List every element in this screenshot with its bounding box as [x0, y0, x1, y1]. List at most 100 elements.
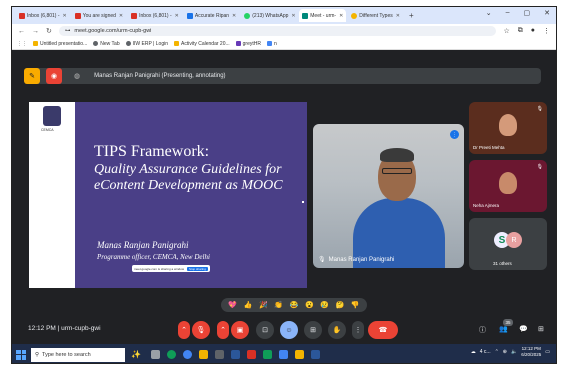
chrome-icon[interactable] — [182, 350, 192, 359]
browser-tab-bar: Inbox (6,801) - ✕ You are signed ✕ Inbox … — [12, 7, 556, 24]
emoji-button[interactable]: ☺ — [280, 321, 298, 339]
bookmark-item[interactable]: Activity Calendar 20... — [174, 41, 230, 47]
app-icon[interactable] — [310, 350, 320, 359]
participant-tile[interactable]: 🎙 Neha Ajmera — [469, 160, 547, 212]
apps-grid-icon[interactable]: ⋮⋮ — [17, 41, 27, 47]
close-tab-icon[interactable]: ✕ — [291, 13, 295, 19]
others-tile[interactable]: S R 31 others — [469, 218, 547, 270]
reaction-laugh[interactable]: 😂 — [290, 301, 299, 309]
reaction-sad[interactable]: 😢 — [320, 301, 329, 309]
close-tab-icon[interactable]: ✕ — [396, 13, 400, 19]
app-icon[interactable] — [278, 350, 288, 359]
news-widget-icon[interactable]: ✨ — [131, 350, 141, 359]
address-bar-actions: ☆ ⧉ ● ⋮ — [503, 27, 550, 35]
new-tab-button[interactable]: + — [405, 11, 418, 20]
bookmark-item[interactable]: IIW ERP | Login — [125, 41, 168, 47]
people-icon[interactable]: 👥 — [499, 325, 508, 333]
tab-2[interactable]: You are signed ✕ — [72, 9, 126, 22]
settings-icon[interactable] — [214, 350, 224, 359]
app-icon[interactable] — [246, 350, 256, 359]
tab-7[interactable]: Different Types ✕ — [348, 9, 403, 22]
presenting-label: Manas Ranjan Panigrahi (Presenting, anno… — [94, 73, 226, 79]
stop-sharing-button[interactable]: Stop sharing — [187, 266, 208, 271]
main-participant-video[interactable]: ⋮ 🎙 Manas Ranjan Panigrahi — [313, 124, 464, 268]
reaction-surprised[interactable]: 😮 — [305, 301, 314, 309]
meeting-clock: 12:12 PM — [28, 325, 56, 332]
url-text: meet.google.com/urm-cupb-gwi — [74, 28, 152, 34]
camera-toggle-button[interactable]: ▣ — [231, 321, 249, 339]
explorer-icon[interactable] — [198, 350, 208, 359]
end-call-button[interactable]: ☎ — [368, 321, 398, 339]
extensions-icon[interactable]: ⧉ — [518, 27, 523, 35]
tab-6-active[interactable]: Meet - urm- ✕ — [299, 9, 347, 22]
app-icon[interactable] — [294, 350, 304, 359]
stop-presenting-button[interactable]: ◉ — [46, 68, 62, 84]
url-field[interactable]: ⊶ meet.google.com/urm-cupb-gwi — [58, 26, 497, 36]
back-icon[interactable]: ← — [18, 28, 25, 35]
tab-4[interactable]: Accurate Ripan ✕ — [184, 9, 239, 22]
menu-icon[interactable]: ⋮ — [543, 27, 550, 35]
bookmark-item[interactable]: greytHR — [235, 41, 261, 47]
page-icon — [267, 41, 272, 46]
present-button[interactable]: ⊞ — [304, 321, 322, 339]
tray-chevron-icon[interactable]: ⌃ — [495, 349, 499, 355]
cemca-logo — [43, 106, 61, 126]
mic-toggle-button[interactable]: 🎙 — [192, 321, 210, 339]
close-tab-icon[interactable]: ✕ — [232, 13, 236, 19]
word-icon[interactable] — [230, 350, 240, 359]
globe-icon — [125, 41, 131, 46]
reaction-thumbs-down[interactable]: 👎 — [351, 301, 360, 309]
close-tab-icon[interactable]: ✕ — [63, 13, 67, 19]
taskbar-search[interactable]: ⚲ Type here to search — [31, 347, 125, 362]
participant-tile[interactable]: 🎙 Dr Preeti Mehta — [469, 102, 547, 154]
windows-start-icon[interactable] — [16, 349, 26, 360]
tab-5[interactable]: (213) WhatsApp ✕ — [241, 9, 297, 22]
close-tab-icon[interactable]: ✕ — [119, 13, 123, 19]
reaction-party[interactable]: 🎉 — [259, 301, 268, 309]
chat-icon[interactable]: 💬 — [519, 325, 528, 333]
task-view-icon[interactable] — [150, 350, 160, 359]
network-icon[interactable]: ⊕ — [503, 349, 507, 355]
activities-icon[interactable]: ⊞ — [538, 325, 544, 333]
bookmark-item[interactable]: n — [267, 41, 277, 47]
camera-options-button[interactable]: ⌃ — [217, 321, 229, 339]
reaction-clap[interactable]: 👏 — [274, 301, 283, 309]
tab-1[interactable]: Inbox (6,801) - ✕ — [16, 9, 70, 22]
whatsapp-icon — [244, 12, 251, 19]
reaction-heart[interactable]: 💖 — [228, 301, 237, 309]
taskbar-search-placeholder: Type here to search — [42, 351, 91, 358]
meet-icon — [302, 12, 309, 19]
reaction-thumbs-up[interactable]: 👍 — [244, 301, 253, 309]
annotate-button[interactable]: ✎ — [24, 68, 40, 84]
close-tab-icon[interactable]: ✕ — [175, 13, 179, 19]
gmail-icon — [19, 12, 25, 19]
volume-icon[interactable]: 🔈 — [511, 349, 517, 355]
close-window-button[interactable]: ✕ — [544, 9, 550, 17]
close-tab-icon[interactable]: ✕ — [339, 13, 343, 19]
maximize-button[interactable]: ▢ — [524, 9, 531, 17]
taskbar-clock[interactable]: 12:12 PM 6/20/2025 — [521, 346, 541, 358]
minimize-button[interactable]: – — [506, 9, 510, 17]
mic-off-icon: 🎙 — [536, 106, 543, 112]
raise-hand-button[interactable]: ✋ — [328, 321, 346, 339]
mic-off-icon: 🎙 — [536, 164, 543, 170]
tab-3[interactable]: Inbox (6,801) - ✕ — [128, 9, 182, 22]
bookmark-item[interactable]: Untitled presentatio... — [33, 41, 87, 47]
app-icon[interactable] — [262, 350, 272, 359]
captions-button[interactable]: ⊡ — [256, 321, 274, 339]
more-options-button[interactable]: ⋮ — [352, 321, 364, 339]
site-info-icon[interactable]: ⊶ — [65, 28, 71, 34]
bookmark-item[interactable]: New Tab — [93, 41, 120, 47]
reaction-thinking[interactable]: 🤔 — [336, 301, 345, 309]
bookmark-star-icon[interactable]: ☆ — [503, 27, 509, 35]
reload-icon[interactable]: ↻ — [46, 27, 52, 35]
slides-icon — [33, 41, 38, 46]
tab-search-icon[interactable]: ⌄ — [486, 9, 492, 17]
edge-icon[interactable] — [166, 350, 176, 359]
mic-options-button[interactable]: ⌃ — [178, 321, 190, 339]
forward-icon[interactable]: → — [32, 28, 39, 35]
profile-avatar[interactable]: ● — [531, 27, 535, 35]
info-icon[interactable]: ⓘ — [479, 325, 486, 335]
weather-icon[interactable]: ☁ — [471, 349, 476, 355]
notifications-icon[interactable]: ▭ — [545, 349, 550, 355]
